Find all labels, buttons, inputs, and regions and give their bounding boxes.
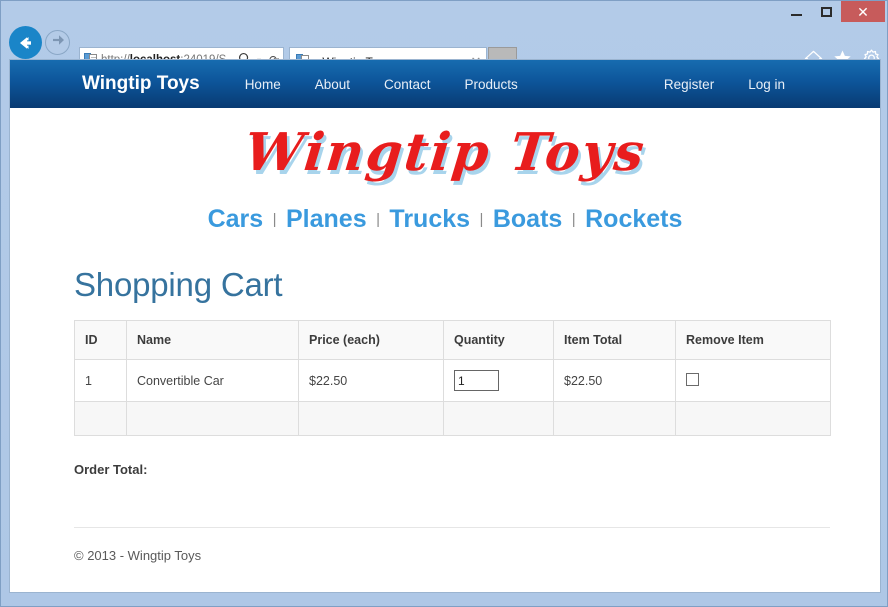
nav-link-home[interactable]: Home <box>228 77 298 92</box>
category-links: Cars | Planes | Trucks | Boats | Rockets <box>68 187 822 238</box>
site-logo-text: Wingtip Toys <box>242 122 649 183</box>
account-nav: Register Log in <box>647 77 802 92</box>
nav-link-products[interactable]: Products <box>448 77 535 92</box>
cell-empty <box>127 402 299 436</box>
quantity-input[interactable] <box>454 370 499 391</box>
page-title: Shopping Cart <box>74 266 822 304</box>
title-bar: ✕ <box>1 1 887 23</box>
page-content: Wingtip Toys Cars | Planes | Trucks | Bo… <box>10 108 880 563</box>
back-arrow-icon <box>16 33 36 53</box>
category-link-planes[interactable]: Planes <box>283 205 370 233</box>
footer-divider <box>74 527 830 528</box>
column-header-item-total: Item Total <box>554 321 676 360</box>
order-total: Order Total: <box>74 462 822 477</box>
cell-empty <box>75 402 127 436</box>
order-total-label: Order Total: <box>74 462 147 477</box>
category-separator: | <box>477 211 485 228</box>
browser-toolbar: http://localhost:24019/S ▾ ⟳ - Wingtip T… <box>1 23 887 61</box>
table-header-row: ID Name Price (each) Quantity Item Total… <box>75 321 831 360</box>
cell-item-total: $22.50 <box>554 360 676 402</box>
browser-window: ✕ ht <box>0 0 888 607</box>
category-link-rockets[interactable]: Rockets <box>582 205 685 233</box>
cell-id: 1 <box>75 360 127 402</box>
forward-button[interactable] <box>45 30 70 55</box>
table-row-empty <box>75 402 831 436</box>
category-link-boats[interactable]: Boats <box>490 205 565 233</box>
column-header-name: Name <box>127 321 299 360</box>
cell-empty <box>676 402 831 436</box>
remove-item-checkbox[interactable] <box>686 373 699 386</box>
nav-link-login[interactable]: Log in <box>731 77 802 92</box>
shopping-cart-table: ID Name Price (each) Quantity Item Total… <box>74 320 831 436</box>
close-window-button[interactable]: ✕ <box>841 1 885 22</box>
cell-empty <box>444 402 554 436</box>
maximize-button[interactable] <box>811 1 841 22</box>
forward-arrow-icon <box>50 32 66 53</box>
column-header-remove-item: Remove Item <box>676 321 831 360</box>
cell-empty <box>299 402 444 436</box>
column-header-price: Price (each) <box>299 321 444 360</box>
table-row: 1 Convertible Car $22.50 $22.50 <box>75 360 831 402</box>
column-header-id: ID <box>75 321 127 360</box>
nav-link-about[interactable]: About <box>298 77 367 92</box>
category-link-cars[interactable]: Cars <box>205 205 267 233</box>
nav-link-register[interactable]: Register <box>647 77 731 92</box>
close-icon: ✕ <box>857 5 869 19</box>
minimize-icon <box>791 14 802 16</box>
cell-name: Convertible Car <box>127 360 299 402</box>
category-link-trucks[interactable]: Trucks <box>386 205 473 233</box>
category-separator: | <box>374 211 382 228</box>
column-header-quantity: Quantity <box>444 321 554 360</box>
site-navbar: Wingtip Toys Home About Contact Products… <box>10 60 880 108</box>
nav-link-contact[interactable]: Contact <box>367 77 448 92</box>
cell-remove <box>676 360 831 402</box>
back-button[interactable] <box>9 26 42 59</box>
minimize-button[interactable] <box>781 1 811 22</box>
maximize-icon <box>821 7 832 17</box>
category-separator: | <box>570 211 578 228</box>
page-viewport: Wingtip Toys Home About Contact Products… <box>9 59 881 593</box>
cell-empty <box>554 402 676 436</box>
site-brand[interactable]: Wingtip Toys <box>82 73 200 95</box>
primary-nav: Home About Contact Products <box>228 77 535 92</box>
cell-quantity <box>444 360 554 402</box>
cell-price: $22.50 <box>299 360 444 402</box>
footer-copyright: © 2013 - Wingtip Toys <box>74 548 822 563</box>
category-separator: | <box>271 211 279 228</box>
site-logo: Wingtip Toys <box>68 108 822 187</box>
